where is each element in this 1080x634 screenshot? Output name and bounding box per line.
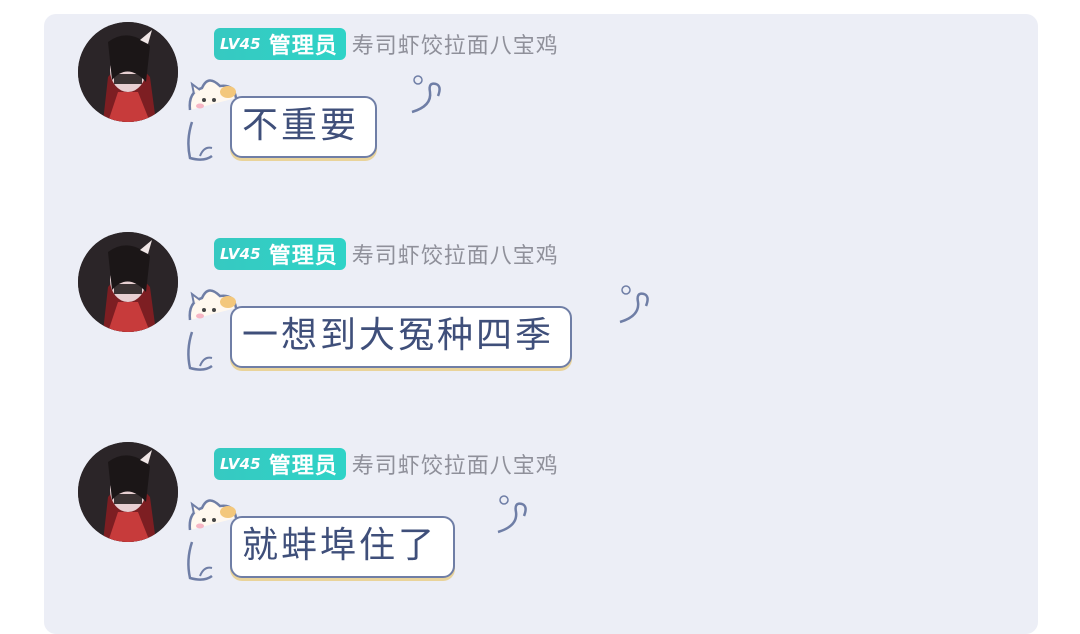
sender-info: LV45 管理员 寿司虾饺拉面八宝鸡 [214,28,559,60]
role-label: 管理员 [268,34,338,59]
avatar[interactable] [78,22,178,122]
message-bubble-wrap: 就蚌埠住了 [184,492,527,581]
message-bubble-wrap: 不重要 [184,72,441,161]
message-bubble-wrap: 一想到大冤种四季 [184,282,649,371]
level-label: LV45 [220,455,261,473]
nickname[interactable]: 寿司虾饺拉面八宝鸡 [352,28,559,60]
cat-tail-icon [619,285,649,324]
role-label: 管理员 [268,244,338,269]
cat-tail-icon [497,495,527,534]
nickname[interactable]: 寿司虾饺拉面八宝鸡 [352,238,559,270]
avatar[interactable] [78,232,178,332]
nickname[interactable]: 寿司虾饺拉面八宝鸡 [352,448,559,480]
level-badge: LV45 管理员 [214,448,346,480]
chat-message: LV45 管理员 寿司虾饺拉面八宝鸡 不重要 [44,14,1038,214]
message-bubble[interactable]: 不重要 [230,96,378,158]
message-bubble[interactable]: 一想到大冤种四季 [230,306,573,368]
chat-message: LV45 管理员 寿司虾饺拉面八宝鸡 一想到大冤种四季 [44,224,1038,424]
role-label: 管理员 [268,454,338,479]
message-bubble[interactable]: 就蚌埠住了 [230,516,456,578]
level-badge: LV45 管理员 [214,238,346,270]
sender-info: LV45 管理员 寿司虾饺拉面八宝鸡 [214,448,559,480]
sender-info: LV45 管理员 寿司虾饺拉面八宝鸡 [214,238,559,270]
message-text: 不重要 [242,105,360,146]
message-text: 就蚌埠住了 [242,525,438,566]
message-text: 一想到大冤种四季 [242,315,555,356]
chat-panel: LV45 管理员 寿司虾饺拉面八宝鸡 不重要 LV45 管理员 寿司虾饺拉面八宝… [44,14,1038,634]
cat-tail-icon [411,75,441,114]
chat-message: LV45 管理员 寿司虾饺拉面八宝鸡 就蚌埠住了 [44,434,1038,634]
level-label: LV45 [220,35,261,53]
level-badge: LV45 管理员 [214,28,346,60]
level-label: LV45 [220,245,261,263]
avatar[interactable] [78,442,178,542]
